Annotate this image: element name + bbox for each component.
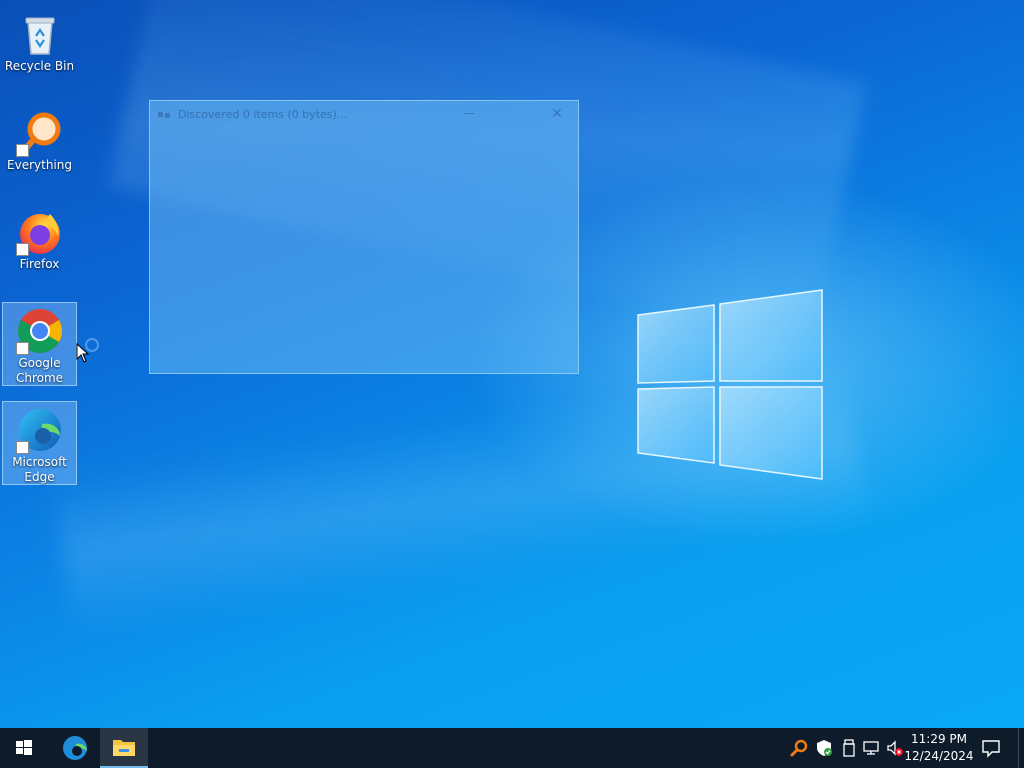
everything-tray-icon[interactable] bbox=[790, 739, 808, 757]
desktop-icon-firefox[interactable]: Firefox bbox=[2, 204, 77, 272]
edge-icon bbox=[63, 736, 87, 760]
window-title: Discovered 0 items (0 bytes)... bbox=[178, 108, 348, 121]
shortcut-arrow-icon bbox=[15, 342, 29, 355]
system-clock[interactable]: 11:29 PM 12/24/2024 bbox=[904, 731, 974, 765]
desktop-icon-google-chrome[interactable]: Google Chrome bbox=[2, 302, 77, 386]
firefox-icon bbox=[15, 208, 64, 256]
minimize-button[interactable]: — bbox=[456, 103, 482, 125]
desktop[interactable]: Recycle Bin Everything Firefox Google Ch… bbox=[0, 0, 1024, 728]
everything-search-icon bbox=[15, 109, 64, 157]
desktop-icon-everything[interactable]: Everything bbox=[2, 105, 77, 173]
taskbar: 11:29 PM 12/24/2024 bbox=[0, 728, 1024, 768]
close-button[interactable]: ✕ bbox=[544, 103, 570, 125]
start-button[interactable] bbox=[0, 728, 48, 768]
windows-wallpaper-logo bbox=[637, 289, 823, 480]
desktop-icon-label: Recycle Bin bbox=[4, 59, 75, 73]
show-desktop-button[interactable] bbox=[1018, 728, 1024, 768]
chrome-icon bbox=[15, 307, 64, 355]
shortcut-arrow-icon bbox=[15, 441, 29, 454]
recycle-bin-icon bbox=[16, 10, 64, 58]
action-center-icon[interactable] bbox=[980, 737, 1002, 759]
taskbar-file-explorer-button[interactable] bbox=[100, 728, 148, 768]
shortcut-arrow-icon bbox=[15, 243, 29, 256]
copy-progress-icon bbox=[158, 112, 170, 118]
windows-security-icon[interactable] bbox=[815, 739, 833, 757]
desktop-icon-label: Firefox bbox=[19, 257, 60, 271]
network-icon[interactable] bbox=[862, 739, 880, 757]
desktop-icon-label: Google Chrome bbox=[15, 356, 64, 385]
mouse-cursor-icon bbox=[76, 343, 90, 363]
volume-muted-icon[interactable] bbox=[886, 739, 904, 757]
edge-icon bbox=[15, 406, 64, 454]
window-titlebar[interactable]: Discovered 0 items (0 bytes)... — ✕ bbox=[150, 101, 578, 129]
desktop-icon-label: Everything bbox=[7, 158, 72, 172]
usb-device-icon[interactable] bbox=[840, 739, 858, 757]
shortcut-arrow-icon bbox=[15, 144, 29, 157]
desktop-icon-label: Microsoft Edge bbox=[12, 455, 67, 484]
file-explorer-icon bbox=[113, 740, 135, 756]
windows-start-icon bbox=[16, 740, 32, 755]
clock-date: 12/24/2024 bbox=[904, 749, 974, 763]
clock-time: 11:29 PM bbox=[911, 732, 967, 746]
desktop-icon-recycle-bin[interactable]: Recycle Bin bbox=[2, 6, 77, 74]
taskbar-edge-button[interactable] bbox=[51, 728, 99, 768]
desktop-icon-microsoft-edge[interactable]: Microsoft Edge bbox=[2, 401, 77, 485]
discover-progress-window[interactable]: Discovered 0 items (0 bytes)... — ✕ bbox=[149, 100, 579, 374]
